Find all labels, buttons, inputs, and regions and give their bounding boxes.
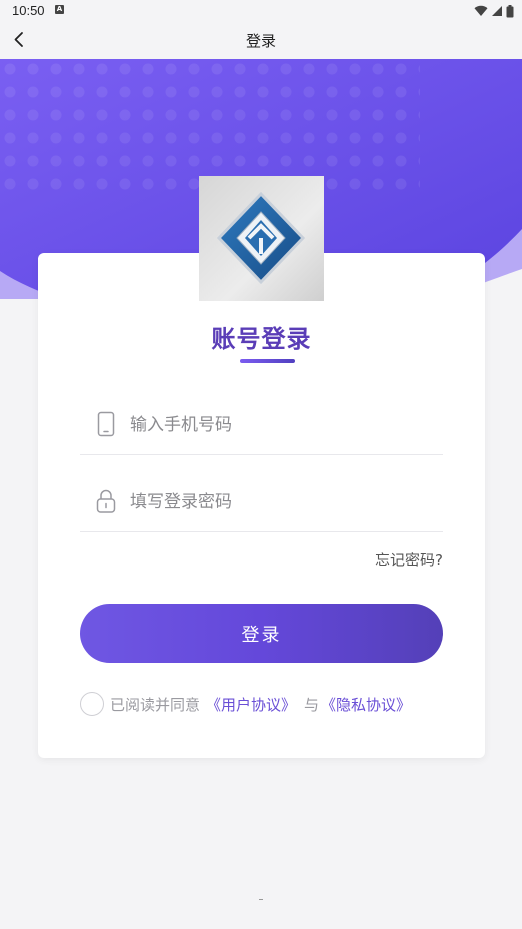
password-input[interactable] xyxy=(128,485,432,519)
home-indicator xyxy=(259,899,263,900)
signal-icon xyxy=(492,6,502,16)
agreement-row: 已阅读并同意 《用户协议》 与 《隐私协议》 xyxy=(80,690,411,718)
login-button[interactable]: 登录 xyxy=(80,604,443,663)
app-logo xyxy=(199,176,324,301)
login-card: 账号登录 忘记密码? 登录 已阅读并同意 《用户协议》 与 《隐私协议》 xyxy=(38,253,485,758)
privacy-policy-link[interactable]: 《隐私协议》 xyxy=(321,694,411,715)
a-icon: A xyxy=(55,5,64,14)
page-title: 登录 xyxy=(245,32,276,50)
forgot-password-link[interactable]: 忘记密码? xyxy=(375,549,443,570)
status-icons xyxy=(474,4,514,18)
user-agreement-link[interactable]: 《用户协议》 xyxy=(206,694,296,715)
phone-input[interactable] xyxy=(128,408,432,442)
title-underline xyxy=(240,359,295,363)
lock-icon xyxy=(96,489,116,513)
agree-text: 已阅读并同意 xyxy=(110,695,201,714)
nav-bar: 登录 xyxy=(0,22,522,59)
agree-checkbox[interactable] xyxy=(80,692,104,716)
status-bar: 10:50 A xyxy=(0,0,522,22)
agree-and-text: 与 xyxy=(304,695,320,714)
wifi-icon xyxy=(474,5,488,17)
phone-icon xyxy=(97,411,115,437)
app-logo-diamond-icon xyxy=(216,191,306,285)
login-title: 账号登录 xyxy=(211,325,312,353)
phone-field xyxy=(80,394,443,455)
battery-icon xyxy=(506,4,514,17)
status-time: 10:50 xyxy=(12,3,45,18)
password-field xyxy=(80,471,443,532)
